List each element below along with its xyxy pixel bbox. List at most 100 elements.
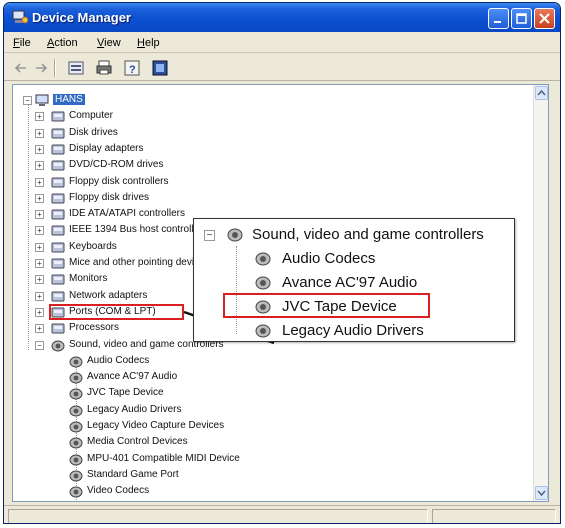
tree-device-label: JVC Tape Device xyxy=(87,387,164,399)
expand-icon[interactable]: + xyxy=(35,275,44,285)
scroll-down-button[interactable] xyxy=(535,486,548,500)
collapse-icon[interactable]: − xyxy=(35,340,44,350)
tree-device[interactable]: Audio Codecs xyxy=(13,354,313,370)
chevron-down-icon xyxy=(537,490,546,497)
tree-root[interactable]: − HANS xyxy=(13,93,213,109)
tree-device[interactable]: Legacy Audio Drivers xyxy=(13,403,313,419)
help-icon[interactable]: ? xyxy=(123,59,141,77)
tree-device[interactable]: Legacy Video Capture Devices xyxy=(13,419,313,435)
speaker-icon xyxy=(69,486,83,498)
tree-category-label: Floppy disk drives xyxy=(69,191,150,203)
maximize-button[interactable] xyxy=(511,8,532,29)
scan-hardware-icon[interactable] xyxy=(151,59,169,77)
expand-icon[interactable]: + xyxy=(35,161,44,171)
speaker-icon xyxy=(255,252,271,266)
callout-highlight-box xyxy=(223,293,430,318)
tree-device-label: Video Codecs xyxy=(87,485,150,497)
speaker-icon xyxy=(69,356,83,368)
chevron-up-icon xyxy=(537,89,546,96)
expand-icon[interactable]: + xyxy=(35,324,44,334)
tree-device[interactable]: MPU-401 Compatible MIDI Device xyxy=(13,452,313,468)
back-arrow-icon[interactable] xyxy=(12,59,30,77)
speaker-icon xyxy=(255,324,271,338)
tree-device-label: Media Control Devices xyxy=(87,436,188,448)
dvd-drive-icon xyxy=(51,160,65,171)
tree-category-label: Monitors xyxy=(69,273,108,285)
tree-category-label: Keyboards xyxy=(69,240,117,252)
window-title: Device Manager xyxy=(32,10,131,25)
tree-category-label: Disk drives xyxy=(69,126,118,138)
toolbar-separator xyxy=(54,59,56,77)
expand-icon[interactable]: + xyxy=(35,144,44,154)
menu-file[interactable]: File xyxy=(13,37,31,49)
collapse-icon[interactable]: − xyxy=(23,96,32,105)
tree-device[interactable]: JVC Tape Device xyxy=(13,386,313,402)
callout-item-legacy-audio-drivers: Legacy Audio Drivers xyxy=(282,322,424,339)
device-manager-icon xyxy=(12,10,28,24)
status-bar xyxy=(4,505,560,523)
expand-icon[interactable]: + xyxy=(35,210,44,220)
scroll-up-button[interactable] xyxy=(535,86,548,100)
expand-icon[interactable]: + xyxy=(35,128,44,138)
forward-arrow-icon[interactable] xyxy=(32,59,50,77)
tree-category[interactable]: + Disk drives xyxy=(13,126,313,142)
expand-icon[interactable]: + xyxy=(35,177,44,187)
tree-root-label: HANS xyxy=(53,94,85,105)
mouse-icon xyxy=(51,258,65,269)
close-button[interactable] xyxy=(534,8,555,29)
status-pane-secondary xyxy=(432,509,556,523)
callout-category-label: Sound, video and game controllers xyxy=(252,226,484,243)
menu-help[interactable]: Help xyxy=(137,37,160,49)
print-icon[interactable] xyxy=(95,59,113,77)
tree-device[interactable]: Media Control Devices xyxy=(13,435,313,451)
tree-category-label: Mice and other pointing devices xyxy=(69,257,210,268)
tree-category-label: DVD/CD-ROM drives xyxy=(69,159,164,171)
title-bar[interactable]: Device Manager xyxy=(4,3,560,32)
device-manager-window: Device Manager File Action View Help ? −… xyxy=(3,2,561,524)
vertical-scrollbar[interactable] xyxy=(533,85,548,501)
expand-icon[interactable]: + xyxy=(35,112,44,122)
tree-category[interactable]: + Display adapters xyxy=(13,142,313,158)
properties-icon[interactable] xyxy=(67,59,85,77)
menu-action[interactable]: Action xyxy=(47,37,78,49)
minimize-button[interactable] xyxy=(488,8,509,29)
expand-icon[interactable]: + xyxy=(35,193,44,203)
speaker-icon xyxy=(69,372,83,384)
tree-category[interactable]: + DVD/CD-ROM drives xyxy=(13,158,313,174)
tree-category-label: Processors xyxy=(69,322,120,334)
tree-device-label: Audio Codecs xyxy=(87,354,150,366)
menu-view[interactable]: View xyxy=(97,37,121,49)
callout-tree-line xyxy=(236,246,237,334)
callout-item-audio-codecs: Audio Codecs xyxy=(282,250,376,267)
close-icon xyxy=(539,13,550,24)
tree-device[interactable]: Video Codecs xyxy=(13,484,313,500)
tree-category[interactable]: + Floppy disk drives xyxy=(13,191,313,207)
speaker-icon xyxy=(227,228,243,242)
expand-icon[interactable]: + xyxy=(35,291,44,301)
minimize-icon xyxy=(494,21,501,23)
speaker-icon xyxy=(69,405,83,417)
tree-device[interactable]: Standard Game Port xyxy=(13,468,313,484)
status-pane-main xyxy=(8,509,428,523)
tree-category-label: IDE ATA/ATAPI controllers xyxy=(69,208,185,220)
speaker-icon xyxy=(69,454,83,466)
floppy-drive-icon xyxy=(51,193,65,204)
tree-highlight-box xyxy=(49,304,184,320)
expand-icon[interactable]: + xyxy=(35,242,44,252)
tree-category-label: Computer xyxy=(69,110,113,122)
tree-device-label: Standard Game Port xyxy=(87,468,179,480)
tree-device-label: Legacy Audio Drivers xyxy=(87,403,182,415)
monitor-icon xyxy=(51,274,65,285)
toolbar: ? xyxy=(4,54,560,81)
tree-device[interactable]: Avance AC'97 Audio xyxy=(13,370,313,386)
tree-category[interactable]: + Computer xyxy=(13,109,313,125)
expand-icon[interactable]: + xyxy=(35,307,44,317)
expand-icon[interactable]: + xyxy=(35,226,44,236)
expand-icon[interactable]: + xyxy=(35,259,44,268)
tree-category-label: Floppy disk controllers xyxy=(69,175,169,187)
disk-drive-icon xyxy=(51,128,65,139)
zoom-callout: − Sound, video and game controllers Audi… xyxy=(193,218,515,342)
ide-controller-icon xyxy=(51,209,65,220)
computer-icon xyxy=(35,94,49,106)
tree-category[interactable]: + Floppy disk controllers xyxy=(13,175,313,191)
